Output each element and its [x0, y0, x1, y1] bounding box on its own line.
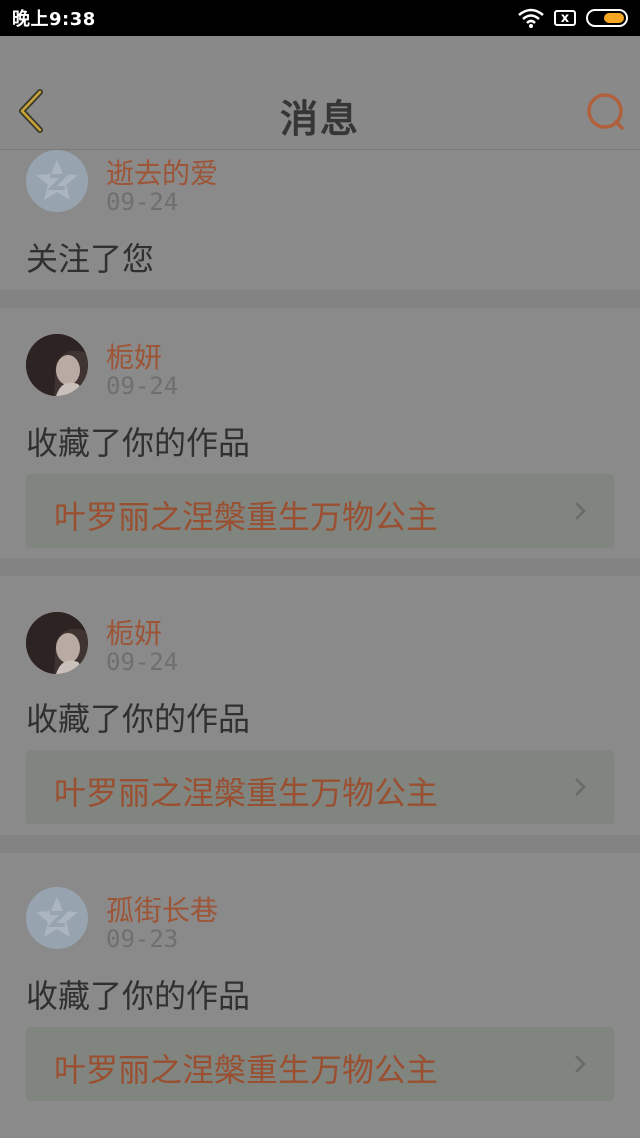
status-time: 晚上9:38: [12, 9, 96, 30]
avatar[interactable]: [26, 150, 88, 212]
work-title: 叶罗丽之涅槃重生万物公主: [54, 498, 439, 536]
message-date: 09-23: [106, 925, 179, 953]
chevron-right-icon: [575, 502, 586, 520]
work-title: 叶罗丽之涅槃重生万物公主: [54, 1051, 439, 1089]
sim-label: x: [560, 10, 570, 26]
battery-fill: [603, 13, 624, 23]
divider: [0, 835, 640, 853]
sim-icon: x: [554, 10, 576, 26]
divider: [0, 290, 640, 308]
user-photo-icon: [26, 612, 88, 674]
chevron-right-icon: [575, 1055, 586, 1073]
user-name[interactable]: 孤街长巷: [106, 889, 218, 929]
avatar[interactable]: [26, 612, 88, 674]
list-item[interactable]: 逝去的爱 09-24 关注了您: [0, 150, 640, 290]
battery-icon: [586, 9, 628, 27]
qq-default-avatar-icon: [26, 887, 88, 949]
app-header: 消息: [0, 36, 640, 150]
divider: [0, 558, 640, 576]
work-link[interactable]: 叶罗丽之涅槃重生万物公主: [26, 1027, 614, 1101]
qq-default-avatar-icon: [26, 150, 88, 212]
list-item[interactable]: 栀妍 09-24 收藏了你的作品 叶罗丽之涅槃重生万物公主: [0, 308, 640, 558]
message-date: 09-24: [106, 372, 179, 400]
message-text: 关注了您: [26, 240, 155, 278]
message-text: 收藏了你的作品: [26, 700, 251, 738]
chevron-right-icon: [575, 778, 586, 796]
avatar[interactable]: [26, 887, 88, 949]
message-list[interactable]: 逝去的爱 09-24 关注了您 栀妍 09-24 收藏了你的作品 叶罗丽之涅槃重…: [0, 150, 640, 1138]
message-date: 09-24: [106, 188, 179, 216]
user-name[interactable]: 逝去的爱: [106, 152, 218, 192]
avatar[interactable]: [26, 334, 88, 396]
page-title: 消息: [279, 97, 360, 141]
message-text: 收藏了你的作品: [26, 977, 251, 1015]
work-link[interactable]: 叶罗丽之涅槃重生万物公主: [26, 750, 614, 824]
status-bar: 晚上9:38 x: [0, 0, 640, 36]
list-item[interactable]: 栀妍 09-24 收藏了你的作品 叶罗丽之涅槃重生万物公主: [0, 576, 640, 835]
work-link[interactable]: 叶罗丽之涅槃重生万物公主: [26, 474, 614, 548]
wifi-icon: [518, 8, 544, 28]
user-name[interactable]: 栀妍: [106, 612, 162, 652]
work-title: 叶罗丽之涅槃重生万物公主: [54, 774, 439, 812]
message-text: 收藏了你的作品: [26, 424, 251, 462]
status-icons: x: [518, 8, 628, 28]
list-item[interactable]: 孤街长巷 09-23 收藏了你的作品 叶罗丽之涅槃重生万物公主: [0, 853, 640, 1138]
user-name[interactable]: 栀妍: [106, 336, 162, 376]
search-icon[interactable]: [584, 90, 628, 134]
user-photo-icon: [26, 334, 88, 396]
message-date: 09-24: [106, 648, 179, 676]
